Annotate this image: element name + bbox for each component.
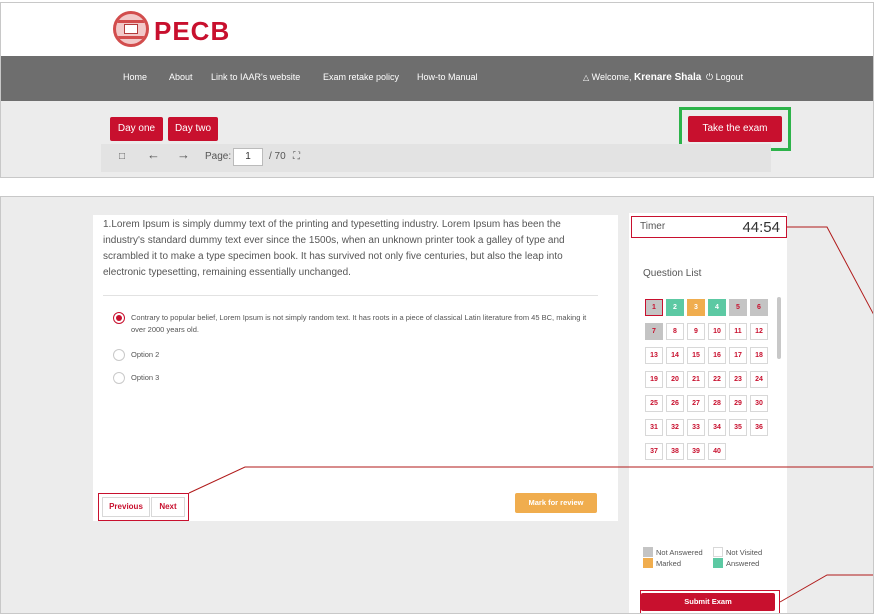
document-viewer-toolbar: □ ← → Page: 1 / 70 ⛶ [101,144,771,172]
page-total: / 70 [269,151,286,162]
question-number-1[interactable]: 1 [645,299,663,316]
timer: Timer 44:54 [631,216,787,238]
page-number-input[interactable]: 1 [233,148,263,166]
question-number-4[interactable]: 4 [708,299,726,316]
question-number-21[interactable]: 21 [687,371,705,388]
question-number-16[interactable]: 16 [708,347,726,364]
question-number-25[interactable]: 25 [645,395,663,412]
nav-how-to-manual[interactable]: How-to Manual [417,72,478,82]
prev-next-highlight [98,493,189,521]
day-two-button[interactable]: Day two [168,117,218,141]
question-number-2[interactable]: 2 [666,299,684,316]
question-text: 1.Lorem Ipsum is simply dummy text of th… [103,219,565,278]
sidebar-toggle-icon[interactable]: □ [119,151,125,162]
divider [103,295,598,296]
question-number-39[interactable]: 39 [687,443,705,460]
option-3-radio[interactable] [113,372,125,384]
legend-not-answered: Not Answered [643,547,703,557]
question-number-36[interactable]: 36 [750,419,768,436]
legend-marked: Marked [643,558,681,568]
option-3-label: Option 3 [131,373,160,382]
question-card: 1.Lorem Ipsum is simply dummy text of th… [93,215,618,521]
page-label: Page: [205,151,232,162]
question-number-5[interactable]: 5 [729,299,747,316]
bottom-screenshot-frame: 1.Lorem Ipsum is simply dummy text of th… [0,196,874,614]
question-number-11[interactable]: 11 [729,323,747,340]
question-number-19[interactable]: 19 [645,371,663,388]
question-number-37[interactable]: 37 [645,443,663,460]
brand-name: PECB [154,16,231,46]
question-number-29[interactable]: 29 [729,395,747,412]
nav-about[interactable]: About [169,72,193,82]
option-1-radio[interactable] [113,312,125,324]
question-number-32[interactable]: 32 [666,419,684,436]
submit-highlight [640,590,780,613]
question-number-40[interactable]: 40 [708,443,726,460]
question-number-10[interactable]: 10 [708,323,726,340]
option-2-radio[interactable] [113,349,125,361]
day-one-button[interactable]: Day one [110,117,163,141]
arrow-right-icon[interactable]: → [177,147,190,162]
arrow-left-icon[interactable]: ← [147,147,160,162]
question-number-8[interactable]: 8 [666,323,684,340]
question-list-scrollbar[interactable] [777,297,781,359]
question-number-15[interactable]: 15 [687,347,705,364]
question-number-14[interactable]: 14 [666,347,684,364]
fullscreen-icon[interactable]: ⛶ [293,151,300,162]
question-number-18[interactable]: 18 [750,347,768,364]
question-number-30[interactable]: 30 [750,395,768,412]
question-number-12[interactable]: 12 [750,323,768,340]
question-number-28[interactable]: 28 [708,395,726,412]
question-number-38[interactable]: 38 [666,443,684,460]
question-number-6[interactable]: 6 [750,299,768,316]
question-number-35[interactable]: 35 [729,419,747,436]
nav-iaar-link[interactable]: Link to IAAR's website [211,72,300,82]
top-screenshot-frame: PECB Home About Link to IAAR's website E… [0,2,874,178]
question-number-3[interactable]: 3 [687,299,705,316]
nav-home[interactable]: Home [123,72,147,82]
question-number-26[interactable]: 26 [666,395,684,412]
nav-retake-policy[interactable]: Exam retake policy [323,72,399,82]
option-1-label: Contrary to popular belief, Lorem Ipsum … [131,313,587,334]
main-nav: Home About Link to IAAR's website Exam r… [1,56,873,101]
question-number-20[interactable]: 20 [666,371,684,388]
question-number-24[interactable]: 24 [750,371,768,388]
user-icon: △ [583,73,590,82]
question-number-34[interactable]: 34 [708,419,726,436]
legend-answered: Answered [713,558,759,568]
question-number-23[interactable]: 23 [729,371,747,388]
brand-header: PECB [1,3,873,57]
option-2-label: Option 2 [131,350,160,359]
question-number-17[interactable]: 17 [729,347,747,364]
logout-link[interactable]: ⏻ Logout [706,72,743,83]
question-number-9[interactable]: 9 [687,323,705,340]
question-number-22[interactable]: 22 [708,371,726,388]
timer-value: 44:54 [742,219,780,236]
pecb-logo-icon [113,11,149,47]
question-number-13[interactable]: 13 [645,347,663,364]
question-number-27[interactable]: 27 [687,395,705,412]
power-icon: ⏻ [706,72,714,82]
legend-not-visited: Not Visited [713,547,762,557]
question-list-label: Question List [643,268,702,279]
timer-label: Timer [640,221,666,232]
question-number-31[interactable]: 31 [645,419,663,436]
exam-side-panel: Question List 1 2 3 4 5 6 7 8 9 10 11 12 13 14 15 16 17 1… [629,213,787,613]
mark-for-review-button[interactable]: Mark for review [515,493,597,513]
user-name: Krenare Shala [634,72,702,83]
question-number-33[interactable]: 33 [687,419,705,436]
question-number-7[interactable]: 7 [645,323,663,340]
welcome-text: △ Welcome, Krenare Shala [583,72,702,83]
